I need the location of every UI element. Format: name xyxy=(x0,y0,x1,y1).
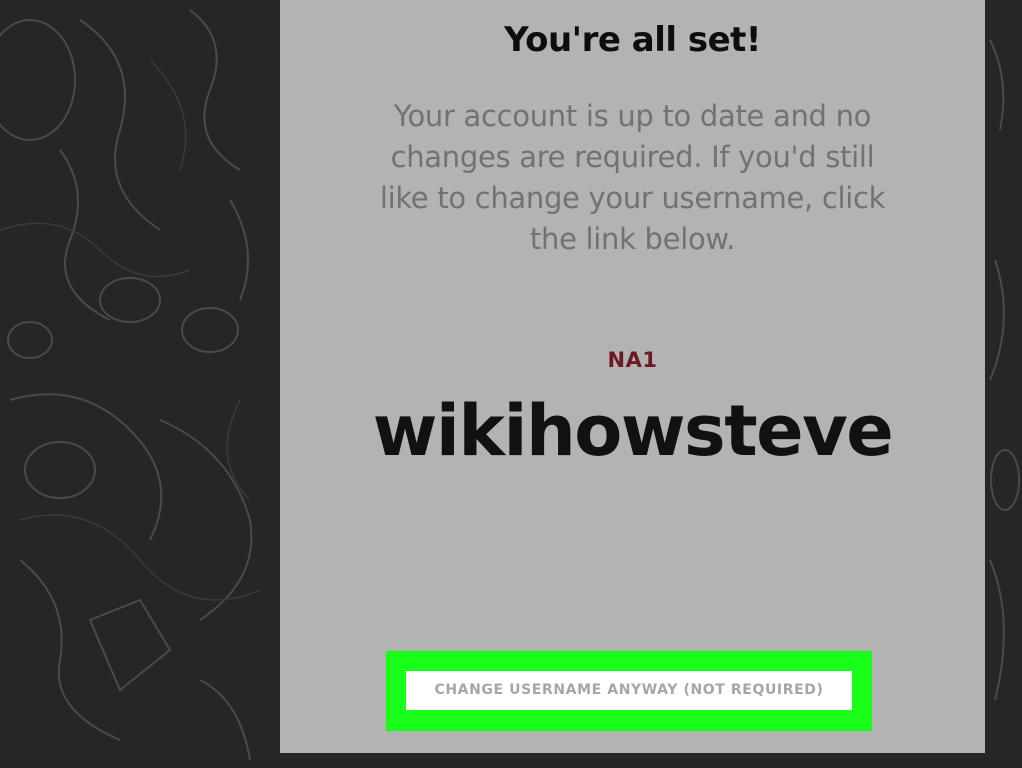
account-status-card: You're all set! Your account is up to da… xyxy=(280,0,985,753)
region-label: NA1 xyxy=(607,348,658,372)
status-message: Your account is up to date and no change… xyxy=(379,99,886,256)
username-display: wikihowsteve xyxy=(372,390,894,472)
highlight-box: CHANGE USERNAME ANYWAY (NOT REQUIRED) xyxy=(386,651,872,731)
dialog-title: You're all set! xyxy=(504,20,761,60)
change-username-button[interactable]: CHANGE USERNAME ANYWAY (NOT REQUIRED) xyxy=(406,671,852,710)
